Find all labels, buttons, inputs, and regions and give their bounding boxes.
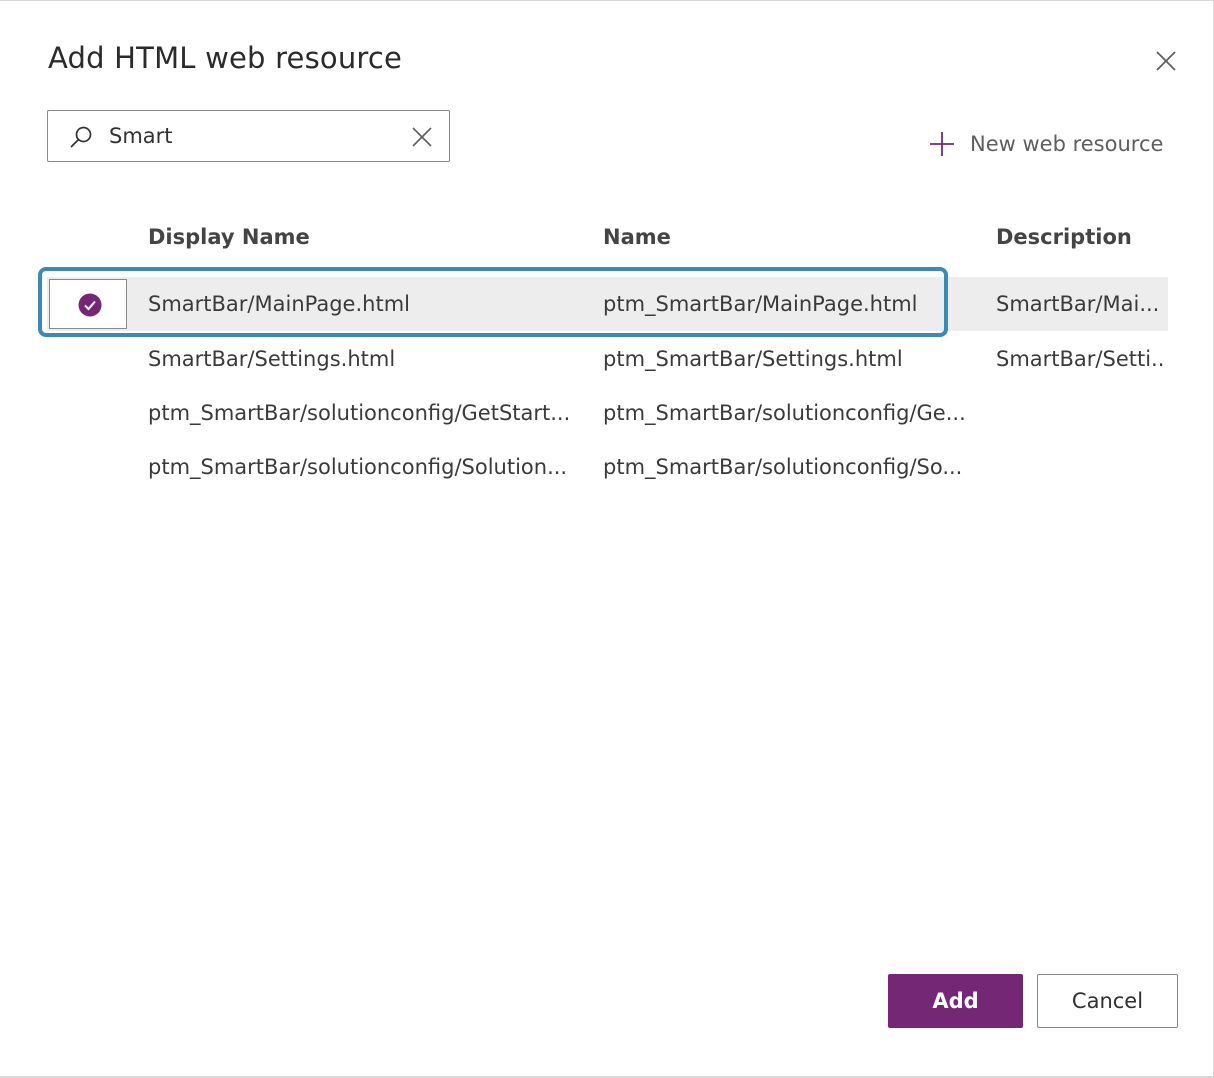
cell-description	[996, 386, 1166, 440]
table-row[interactable]: ptm_SmartBar/solutionconfig/Solution... …	[47, 440, 1168, 494]
dialog-title: Add HTML web resource	[48, 41, 403, 75]
cell-name: ptm_SmartBar/MainPage.html	[603, 292, 918, 316]
add-web-resource-dialog: Add HTML web resource New web resource D…	[0, 0, 1214, 1078]
table-row[interactable]: SmartBar/Settings.html ptm_SmartBar/Sett…	[47, 332, 1168, 386]
cell-description: SmartBar/Mai...	[996, 292, 1160, 316]
cell-name: ptm_SmartBar/solutionconfig/Ge...	[603, 401, 966, 425]
cell-description	[996, 440, 1166, 494]
table-row[interactable]: ptm_SmartBar/solutionconfig/GetStart... …	[47, 386, 1168, 440]
grid-header: Display Name Name Description	[0, 225, 1214, 255]
column-header-name[interactable]: Name	[603, 225, 671, 249]
cell-display-name: SmartBar/MainPage.html	[148, 292, 410, 316]
table-row[interactable]: SmartBar/MainPage.html ptm_SmartBar/Main…	[47, 277, 1168, 331]
cell-display-name: ptm_SmartBar/solutionconfig/GetStart...	[148, 401, 571, 425]
search-input[interactable]	[109, 122, 389, 150]
clear-icon[interactable]	[410, 125, 434, 149]
plus-icon	[930, 132, 954, 156]
check-circle-icon	[78, 293, 102, 317]
cancel-button[interactable]: Cancel	[1037, 974, 1178, 1028]
cell-name: ptm_SmartBar/Settings.html	[603, 347, 903, 371]
cell-name: ptm_SmartBar/solutionconfig/So...	[603, 455, 963, 479]
new-web-resource-button[interactable]: New web resource	[928, 129, 1163, 159]
column-header-description[interactable]: Description	[996, 225, 1132, 249]
column-header-display-name[interactable]: Display Name	[148, 225, 310, 249]
cell-display-name: SmartBar/Settings.html	[148, 347, 396, 371]
close-icon	[1156, 51, 1176, 71]
new-web-resource-label: New web resource	[970, 132, 1164, 156]
add-button[interactable]: Add	[888, 974, 1023, 1028]
cell-display-name: ptm_SmartBar/solutionconfig/Solution...	[148, 455, 568, 479]
search-icon	[70, 126, 92, 148]
search-box	[47, 110, 450, 162]
cell-description: SmartBar/Setti...	[996, 347, 1166, 371]
row-checkbox[interactable]	[49, 279, 127, 329]
close-button[interactable]	[1150, 45, 1182, 77]
